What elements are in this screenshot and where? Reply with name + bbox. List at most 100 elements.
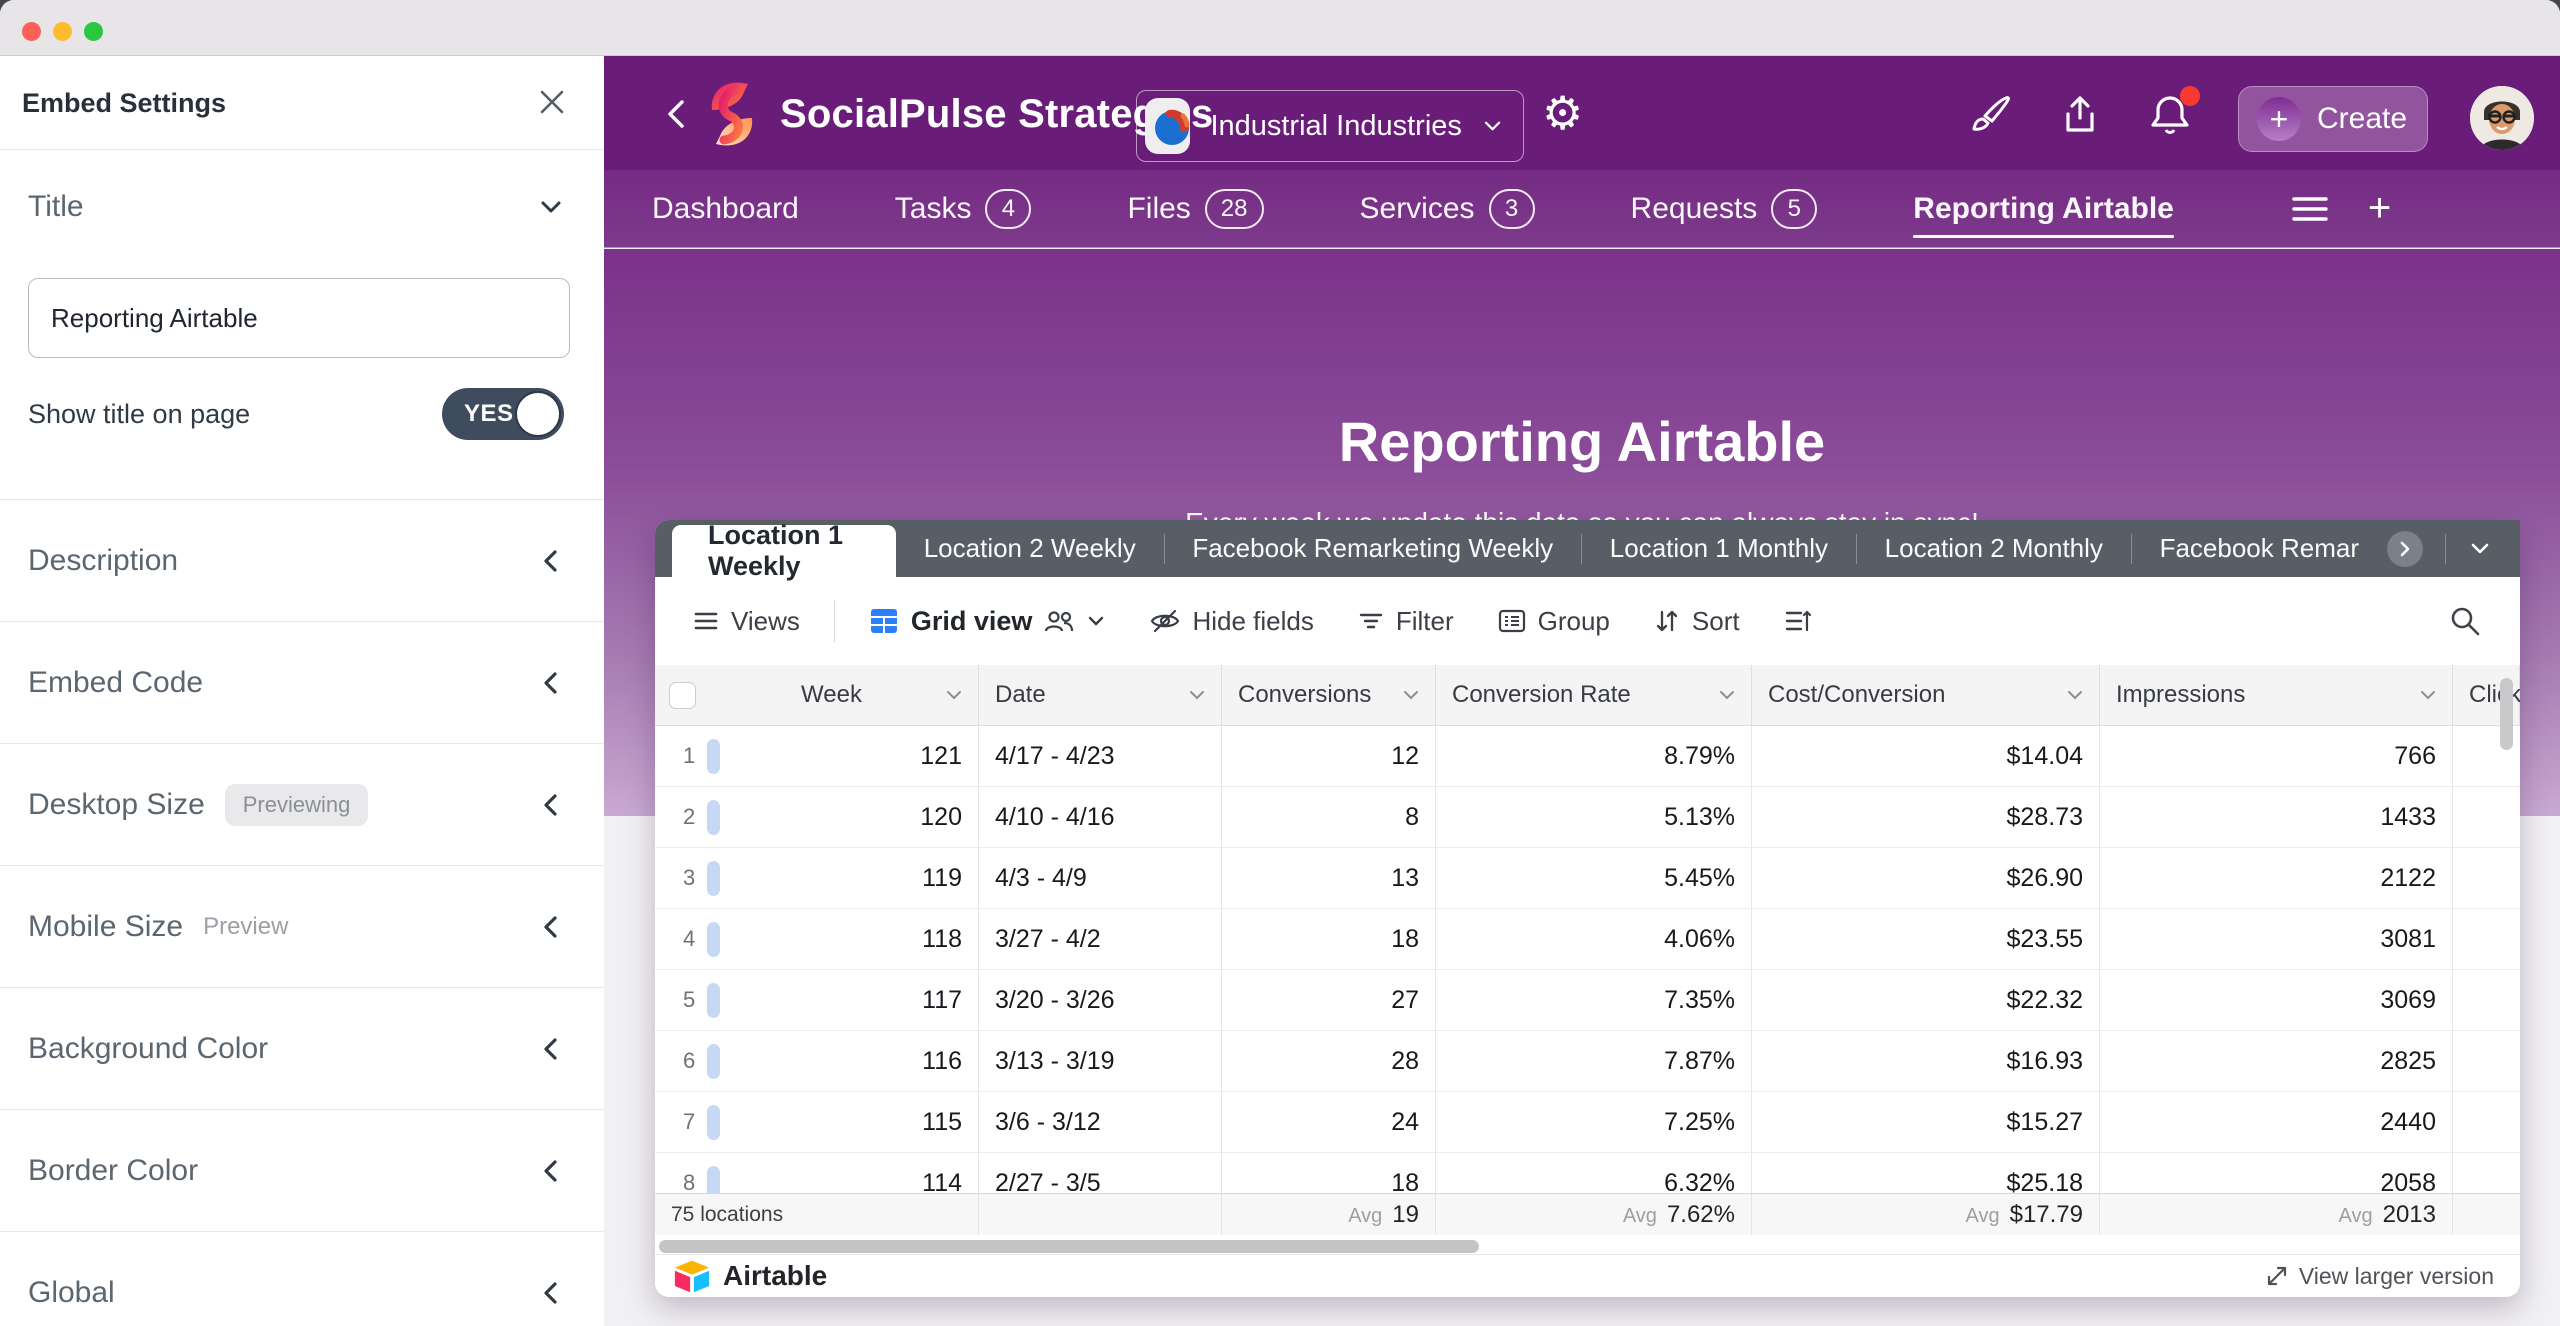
cell-conversions[interactable]: 12 xyxy=(1222,726,1436,787)
tabs-menu-icon[interactable] xyxy=(2292,195,2328,223)
cell-impressions[interactable]: 2058 xyxy=(2100,1153,2453,1193)
chevron-down-icon[interactable] xyxy=(2468,536,2494,562)
cell-cost[interactable]: $15.27 xyxy=(1752,1092,2100,1153)
title-input[interactable] xyxy=(28,278,570,358)
cell-rate[interactable]: 7.25% xyxy=(1436,1092,1752,1153)
gear-icon[interactable]: ⚙ xyxy=(1542,88,1583,138)
chevron-down-icon[interactable] xyxy=(2065,685,2085,705)
nav-tab-tasks[interactable]: Tasks4 xyxy=(895,171,1032,247)
user-avatar[interactable] xyxy=(2470,86,2534,150)
cell-date[interactable]: 3/6 - 3/12 xyxy=(979,1092,1222,1153)
cell-date[interactable]: 4/10 - 4/16 xyxy=(979,787,1222,848)
add-tab-icon[interactable]: + xyxy=(2368,186,2391,231)
column-header-week[interactable]: Week xyxy=(655,665,979,726)
row-height-button[interactable] xyxy=(1784,608,1812,634)
cell-date[interactable]: 3/13 - 3/19 xyxy=(979,1031,1222,1092)
cell-date[interactable]: 2/27 - 3/5 xyxy=(979,1153,1222,1193)
chevron-down-icon[interactable] xyxy=(538,194,564,220)
chevron-down-icon[interactable] xyxy=(1401,685,1421,705)
back-icon[interactable] xyxy=(662,96,692,132)
airtable-tab[interactable]: Facebook Remarketing Weekly xyxy=(1164,520,1581,577)
cell-week[interactable]: 6116 xyxy=(655,1031,979,1092)
cell-clicks[interactable] xyxy=(2453,1153,2520,1193)
column-header-impressions[interactable]: Impressions xyxy=(2100,665,2453,726)
views-button[interactable]: Views xyxy=(693,606,800,637)
cell-clicks[interactable] xyxy=(2453,970,2520,1031)
close-icon[interactable] xyxy=(534,84,570,120)
share-icon[interactable] xyxy=(2056,90,2104,138)
cell-cost[interactable]: $23.55 xyxy=(1752,909,2100,970)
cell-clicks[interactable] xyxy=(2453,848,2520,909)
airtable-brand[interactable]: Airtable xyxy=(673,1259,827,1293)
cell-cost[interactable]: $14.04 xyxy=(1752,726,2100,787)
column-header-rate[interactable]: Conversion Rate xyxy=(1436,665,1752,726)
cell-week[interactable]: 4118 xyxy=(655,909,979,970)
cell-rate[interactable]: 5.45% xyxy=(1436,848,1752,909)
cell-clicks[interactable] xyxy=(2453,787,2520,848)
cell-conversions[interactable]: 8 xyxy=(1222,787,1436,848)
chevron-left-icon[interactable] xyxy=(538,1036,564,1062)
window-close-button[interactable] xyxy=(22,22,41,41)
show-title-toggle[interactable]: YES xyxy=(442,388,564,440)
chevron-left-icon[interactable] xyxy=(538,914,564,940)
chevron-left-icon[interactable] xyxy=(538,1280,564,1306)
cell-cost[interactable]: $28.73 xyxy=(1752,787,2100,848)
cell-rate[interactable]: 5.13% xyxy=(1436,787,1752,848)
chevron-down-icon[interactable] xyxy=(1187,685,1207,705)
sort-button[interactable]: Sort xyxy=(1654,606,1740,637)
cell-impressions[interactable]: 3081 xyxy=(2100,909,2453,970)
cell-cost[interactable]: $16.93 xyxy=(1752,1031,2100,1092)
settings-section-mobile-size[interactable]: Mobile SizePreview xyxy=(0,866,604,988)
cell-impressions[interactable]: 2825 xyxy=(2100,1031,2453,1092)
filter-button[interactable]: Filter xyxy=(1358,606,1454,637)
cell-impressions[interactable]: 766 xyxy=(2100,726,2453,787)
cell-rate[interactable]: 8.79% xyxy=(1436,726,1752,787)
cell-cost[interactable]: $22.32 xyxy=(1752,970,2100,1031)
cell-rate[interactable]: 7.87% xyxy=(1436,1031,1752,1092)
cell-impressions[interactable]: 2440 xyxy=(2100,1092,2453,1153)
client-selector[interactable]: Industrial Industries xyxy=(1136,90,1524,162)
select-all-checkbox[interactable] xyxy=(669,682,696,709)
cell-conversions[interactable]: 13 xyxy=(1222,848,1436,909)
cell-week[interactable]: 8114 xyxy=(655,1153,979,1193)
vertical-scrollbar[interactable] xyxy=(2500,678,2513,750)
window-zoom-button[interactable] xyxy=(84,22,103,41)
cell-conversions[interactable]: 24 xyxy=(1222,1092,1436,1153)
cell-rate[interactable]: 6.32% xyxy=(1436,1153,1752,1193)
create-button[interactable]: + Create xyxy=(2238,86,2428,152)
column-header-cost[interactable]: Cost/Conversion xyxy=(1752,665,2100,726)
chevron-left-icon[interactable] xyxy=(538,1158,564,1184)
airtable-tab[interactable]: Facebook Remar xyxy=(2132,520,2387,577)
nav-tab-services[interactable]: Services3 xyxy=(1360,171,1535,247)
cell-conversions[interactable]: 18 xyxy=(1222,1153,1436,1193)
column-header-conversions[interactable]: Conversions xyxy=(1222,665,1436,726)
cell-conversions[interactable]: 18 xyxy=(1222,909,1436,970)
cell-clicks[interactable] xyxy=(2453,909,2520,970)
cell-date[interactable]: 3/27 - 4/2 xyxy=(979,909,1222,970)
bell-icon[interactable] xyxy=(2146,90,2194,138)
nav-tab-reporting-airtable[interactable]: Reporting Airtable xyxy=(1913,174,2174,244)
airtable-tab-active[interactable]: Location 1 Weekly xyxy=(672,525,896,577)
hide-fields-button[interactable]: Hide fields xyxy=(1150,606,1313,637)
chevron-left-icon[interactable] xyxy=(538,548,564,574)
settings-section-background-color[interactable]: Background Color xyxy=(0,988,604,1110)
airtable-tab[interactable]: Location 2 Weekly xyxy=(896,520,1164,577)
airtable-tab[interactable]: Location 2 Monthly xyxy=(1857,520,2131,577)
grid-view-button[interactable]: Grid view xyxy=(869,606,1107,637)
cell-cost[interactable]: $25.18 xyxy=(1752,1153,2100,1193)
brush-icon[interactable] xyxy=(1966,90,2014,138)
cell-week[interactable]: 1121 xyxy=(655,726,979,787)
cell-cost[interactable]: $26.90 xyxy=(1752,848,2100,909)
cell-impressions[interactable]: 1433 xyxy=(2100,787,2453,848)
cell-week[interactable]: 2120 xyxy=(655,787,979,848)
settings-section-embed-code[interactable]: Embed Code xyxy=(0,622,604,744)
airtable-tab[interactable]: Location 1 Monthly xyxy=(1582,520,1856,577)
horizontal-scrollbar[interactable] xyxy=(659,1240,1479,1253)
scroll-tabs-icon[interactable] xyxy=(2387,531,2423,567)
nav-tab-files[interactable]: Files28 xyxy=(1127,171,1263,247)
cell-conversions[interactable]: 27 xyxy=(1222,970,1436,1031)
settings-section-description[interactable]: Description xyxy=(0,500,604,622)
cell-conversions[interactable]: 28 xyxy=(1222,1031,1436,1092)
cell-rate[interactable]: 7.35% xyxy=(1436,970,1752,1031)
nav-tab-dashboard[interactable]: Dashboard xyxy=(652,174,799,244)
